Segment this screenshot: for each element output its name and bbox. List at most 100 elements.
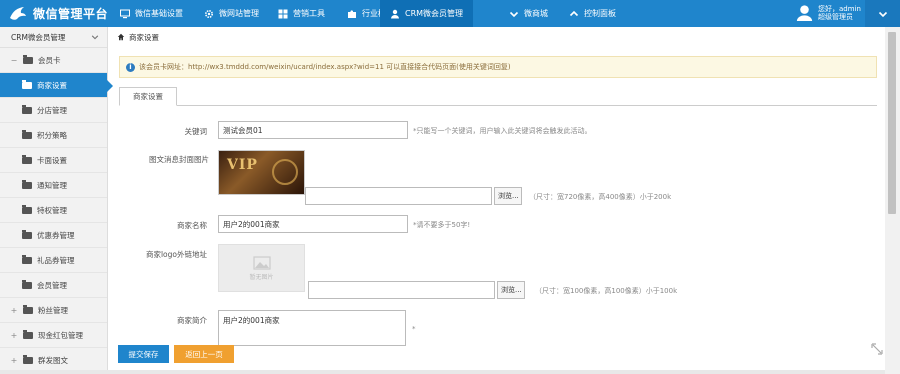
sidebar-item-label: 群发图文	[38, 355, 68, 365]
sidebar-item-label: 现金红包管理	[38, 330, 83, 340]
folder-icon	[22, 129, 32, 139]
scrollbar-thumb[interactable]	[888, 32, 896, 214]
tab-bar: 商家设置	[119, 87, 877, 106]
image-icon	[252, 255, 271, 270]
user-role: 超级管理员	[818, 12, 853, 21]
save-button[interactable]: 提交保存	[118, 345, 169, 363]
logo-hint: （尺寸：宽100像素，高100像素）小于100k	[535, 287, 678, 295]
nav-label: CRM微会员管理	[405, 9, 464, 18]
breadcrumb-current: 商家设置	[129, 32, 159, 42]
cover-browse-button[interactable]: 浏览...	[494, 187, 522, 205]
nav-micro-site[interactable]: 微网站管理	[196, 0, 267, 27]
sidebar-item[interactable]: 优惠券管理	[0, 223, 107, 248]
resize-icon[interactable]	[871, 343, 883, 355]
sidebar-item-label: 通知管理	[37, 180, 67, 190]
sidebar-item[interactable]: + 现金红包管理	[0, 323, 107, 348]
folder-icon	[22, 279, 32, 289]
tab-merchant-settings[interactable]: 商家设置	[119, 87, 177, 106]
name-input[interactable]: 用户2的001商家	[218, 215, 408, 233]
nav-label: 控制面板	[584, 9, 616, 18]
nav-label: 微商城	[524, 9, 548, 18]
sidebar-item-label: 会员卡	[38, 55, 61, 65]
info-icon: i	[126, 62, 135, 72]
folder-icon	[22, 204, 32, 214]
folder-icon	[22, 229, 32, 239]
chevron-down-icon	[878, 11, 887, 17]
sidebar-item-label: 礼品券管理	[37, 255, 75, 265]
nav-control-panel[interactable]: 控制面板	[561, 0, 624, 27]
chevron-down-icon	[509, 11, 519, 17]
sidebar-header-label: CRM微会员管理	[11, 32, 66, 42]
sidebar-toggle[interactable]: +	[10, 306, 18, 315]
sidebar-item-label: 商家设置	[37, 80, 67, 90]
bird-logo-icon	[10, 6, 26, 20]
vertical-scrollbar[interactable]	[885, 27, 900, 374]
intro-textarea[interactable]: 用户2的001商家	[218, 310, 406, 346]
sidebar-item-label: 会员管理	[37, 280, 67, 290]
gear-icon	[204, 9, 214, 18]
cover-image-preview: VIP	[218, 150, 305, 195]
folder-icon	[22, 104, 32, 114]
keyword-input[interactable]: 测试会员01	[218, 121, 408, 139]
nav-label: 微信基础设置	[135, 9, 183, 18]
main-content: 商家设置 i 该会员卡网址：http://wx3.tmddd.com/weixi…	[115, 27, 885, 374]
horizontal-scrollbar[interactable]	[0, 370, 885, 374]
nav-crm-member[interactable]: CRM微会员管理	[380, 0, 474, 27]
nav-wechat-basic[interactable]: 微信基础设置	[112, 0, 191, 27]
user-greeting: 您好，admin	[818, 4, 861, 13]
sidebar-item-label: 积分策略	[37, 130, 67, 140]
chevron-down-icon	[91, 35, 99, 40]
sidebar-item-label: 优惠券管理	[37, 230, 75, 240]
app-title: 微信管理平台	[33, 7, 109, 21]
sidebar-item[interactable]: 特权管理	[0, 198, 107, 223]
sidebar-item[interactable]: + 粉丝管理	[0, 298, 107, 323]
folder-icon	[23, 54, 33, 64]
cover-hint: （尺寸：宽720像素，高400像素）小于200k	[529, 193, 672, 201]
logo-placeholder-image: 暂无图片	[218, 244, 305, 292]
folder-icon	[22, 79, 32, 89]
keyword-label: 关键词	[184, 127, 208, 136]
notice-text: 该会员卡网址：http://wx3.tmddd.com/weixin/ucard…	[139, 63, 511, 71]
sidebar-toggle[interactable]: +	[10, 356, 18, 365]
sidebar-toggle[interactable]: −	[10, 56, 18, 65]
folder-icon	[22, 154, 32, 164]
monitor-icon	[120, 9, 130, 18]
sidebar-toggle[interactable]: +	[10, 331, 18, 340]
info-notice: i 该会员卡网址：http://wx3.tmddd.com/weixin/uca…	[119, 56, 877, 78]
sidebar-item[interactable]: 礼品券管理	[0, 248, 107, 273]
chevron-up-icon	[569, 10, 579, 16]
folder-icon	[23, 304, 33, 314]
folder-icon	[23, 354, 33, 364]
intro-label: 商家简介	[177, 316, 207, 325]
user-dropdown-toggle[interactable]	[865, 0, 900, 27]
logo-label: 商家logo外链地址	[145, 250, 207, 259]
breadcrumb: 商家设置	[115, 27, 885, 47]
home-icon[interactable]	[117, 33, 125, 41]
logo-browse-button[interactable]: 浏览...	[497, 281, 525, 299]
user-icon	[391, 9, 399, 18]
nav-micro-mall[interactable]: 微商城	[501, 0, 556, 27]
folder-icon	[22, 179, 32, 189]
app-logo[interactable]: 微信管理平台	[8, 3, 108, 24]
sidebar-item[interactable]: 商家设置	[0, 73, 113, 98]
sidebar-item[interactable]: 卡面设置	[0, 148, 107, 173]
sidebar-item[interactable]: − 会员卡	[0, 48, 107, 73]
user-menu[interactable]: 您好，admin 超级管理员	[795, 3, 861, 22]
nav-marketing-tools[interactable]: 营销工具	[270, 0, 333, 27]
top-navbar: 微信管理平台 微信基础设置 微网站管理 营销工具 行业模块 CRM微会员管理 微…	[0, 0, 900, 27]
sidebar-item[interactable]: 分店管理	[0, 98, 107, 123]
name-hint: *请不要多于50字!	[413, 221, 471, 229]
grid-icon	[278, 9, 288, 18]
cover-file-input[interactable]	[305, 187, 492, 205]
puzzle-icon	[348, 9, 356, 18]
sidebar-item[interactable]: 会员管理	[0, 273, 107, 298]
back-button[interactable]: 返回上一页	[174, 345, 234, 363]
sidebar-item-label: 卡面设置	[37, 155, 67, 165]
sidebar-item-label: 分店管理	[37, 105, 67, 115]
sidebar-header[interactable]: CRM微会员管理	[0, 27, 107, 48]
folder-icon	[23, 329, 33, 339]
sidebar-item[interactable]: 通知管理	[0, 173, 107, 198]
folder-icon	[22, 254, 32, 264]
sidebar-item[interactable]: 积分策略	[0, 123, 107, 148]
logo-file-input[interactable]	[308, 281, 495, 299]
